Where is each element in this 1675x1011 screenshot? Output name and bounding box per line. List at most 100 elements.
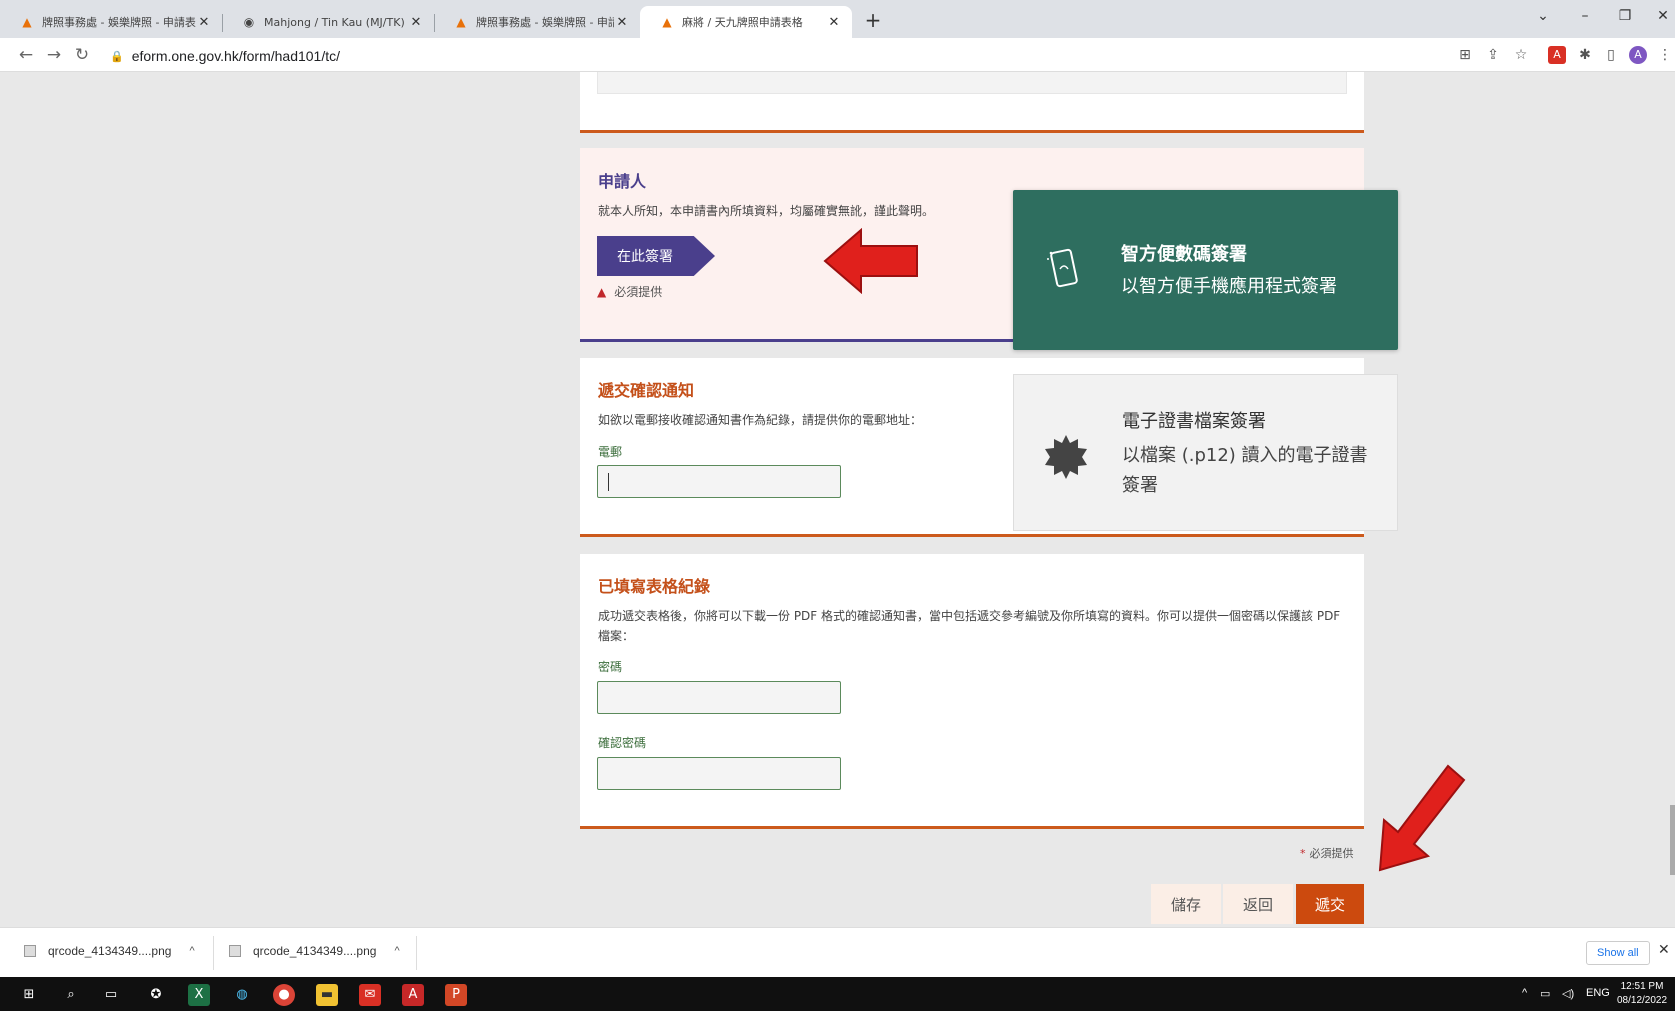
hk-gov-icon: ▲ (22, 15, 32, 29)
password-label: 密碼 (598, 660, 623, 674)
option2-title: 電子證書檔案簽署 (1122, 411, 1266, 432)
image-file-icon (229, 945, 241, 957)
confirm-password-field[interactable] (597, 757, 841, 790)
section-divider (580, 130, 1364, 133)
side-panel-icon[interactable]: ▯ (1602, 46, 1620, 64)
browser-tab-strip: ▲ 牌照事務處 - 娛樂牌照 - 申請表格 ✕ ◉ Mahjong / Tin … (0, 0, 1675, 38)
window-close-button[interactable]: ✕ (1648, 8, 1675, 24)
smartphone-icon (1047, 248, 1078, 288)
bookmark-star-icon[interactable]: ☆ (1512, 46, 1530, 64)
record-title: 已填寫表格紀錄 (598, 577, 711, 596)
download-filename: qrcode_4134349....png (253, 944, 377, 958)
tab-search-icon[interactable]: ⌄ (1528, 8, 1558, 24)
section-divider (580, 534, 1364, 537)
translate-icon[interactable]: ⊞ (1456, 46, 1474, 64)
chevron-up-icon[interactable]: ^ (189, 945, 194, 957)
chevron-up-icon[interactable]: ^ (394, 945, 399, 957)
required-footnote: * 必須提供 (1300, 845, 1354, 861)
address-bar: ← → ↻ 🔒 eform.one.gov.hk/form/had101/tc/… (0, 38, 1675, 72)
required-warning: ▲ 必須提供 (597, 283, 662, 300)
windows-taskbar: ⊞ ⌕ ▭ ✪ X ◍ ● ▬ ✉ A P ^ ▭ ◁) ENG 12:51 P… (0, 977, 1675, 1011)
download-item[interactable]: qrcode_4134349....png ^ (24, 944, 195, 958)
clock-time: 12:51 PM (1620, 981, 1664, 992)
required-footnote-text: 必須提供 (1309, 847, 1354, 860)
extensions-icon[interactable]: ✱ (1576, 46, 1594, 64)
share-icon[interactable]: ⇪ (1484, 46, 1502, 64)
confirm-password-label: 確認密碼 (598, 736, 647, 750)
hk-gov-icon: ▲ (662, 15, 672, 29)
option1-title: 智方便數碼簽署 (1121, 244, 1247, 265)
show-all-button[interactable]: Show all (1586, 941, 1650, 965)
close-icon[interactable]: ✕ (1658, 942, 1670, 958)
tab-licensing-1[interactable]: ▲ 牌照事務處 - 娛樂牌照 - 申請表格 ✕ (0, 6, 222, 38)
applicant-declaration: 就本人所知，本申請書內所填資料，均屬確實無訛，謹此聲明。 (598, 204, 935, 218)
certificate-seal-icon (1045, 435, 1087, 479)
asterisk-icon: * (1300, 847, 1306, 860)
restore-button[interactable]: ❐ (1610, 8, 1640, 24)
tab-label: Mahjong / Tin Kau (MJ/TK) Lice (264, 15, 408, 29)
tab-label: 麻將 / 天九牌照申請表格 (682, 16, 803, 29)
search-icon[interactable]: ⌕ (60, 984, 82, 1006)
minimize-button[interactable]: – (1570, 8, 1600, 24)
record-text: 成功遞交表格後，你將可以下載一份 PDF 格式的確認通知書，當中包括遞交參考編號… (598, 609, 1341, 643)
applicant-title: 申請人 (598, 172, 647, 191)
forward-icon[interactable]: → (44, 45, 64, 65)
pdf-extension-icon[interactable]: A (1548, 46, 1566, 64)
close-icon[interactable]: ✕ (826, 15, 842, 30)
new-tab-button[interactable]: + (861, 8, 885, 32)
clock-date: 08/12/2022 (1617, 995, 1668, 1006)
system-clock[interactable]: 12:51 PM 08/12/2022 (1617, 980, 1667, 1008)
option1-subtitle: 以智方便手機應用程式簽署 (1121, 276, 1337, 297)
back-icon[interactable]: ← (16, 45, 36, 65)
confirmation-title: 遞交確認通知 (598, 381, 695, 400)
tray-chevron-icon[interactable]: ^ (1522, 987, 1527, 999)
url-text: eform.one.gov.hk/form/had101/tc/ (131, 48, 341, 64)
file-explorer-icon[interactable]: ▬ (316, 984, 338, 1006)
back-button[interactable]: 返回 (1223, 884, 1293, 924)
url-field[interactable]: 🔒 eform.one.gov.hk/form/had101/tc/ (110, 44, 1440, 68)
chrome-icon[interactable]: ● (273, 984, 295, 1006)
required-text: 必須提供 (614, 285, 663, 299)
windows-start-icon[interactable]: ⊞ (18, 984, 40, 1006)
confirmation-text: 如欲以電郵接收確認通知書作為紀錄，請提供你的電郵地址： (598, 413, 923, 427)
acrobat-icon[interactable]: A (402, 984, 424, 1006)
close-icon[interactable]: ✕ (196, 15, 212, 30)
warning-icon: ▲ (597, 284, 607, 299)
password-field[interactable] (597, 681, 841, 714)
globe-app-icon[interactable]: ◍ (231, 984, 253, 1006)
excel-icon[interactable]: X (188, 984, 210, 1006)
close-icon[interactable]: ✕ (614, 15, 630, 30)
email-label: 電郵 (598, 445, 623, 459)
reload-icon[interactable]: ↻ (72, 45, 92, 65)
sign-button-label: 在此簽署 (617, 249, 673, 265)
profile-avatar[interactable]: A (1629, 46, 1647, 64)
tab-licensing-2[interactable]: ▲ 牌照事務處 - 娛樂牌照 - 申請表格 ✕ (434, 6, 640, 38)
text-caret (608, 473, 609, 491)
sign-option-iamsmart[interactable]: 智方便數碼簽署 以智方便手機應用程式簽署 (1013, 190, 1398, 350)
red-arrow-annotation (823, 228, 918, 294)
close-icon[interactable]: ✕ (408, 15, 424, 30)
sign-here-button[interactable]: 在此簽署 (597, 236, 715, 276)
tab-mahjong-form-active[interactable]: ▲ 麻將 / 天九牌照申請表格 ✕ (640, 6, 852, 38)
powerpoint-icon[interactable]: P (445, 984, 467, 1006)
download-item[interactable]: qrcode_4134349....png ^ (229, 944, 400, 958)
lock-icon: 🔒 (110, 50, 124, 63)
previous-input-field[interactable] (597, 72, 1347, 94)
tab-label: 牌照事務處 - 娛樂牌照 - 申請表格 (42, 16, 196, 29)
mail-app-icon[interactable]: ✉ (359, 984, 381, 1006)
tab-mahjong-english[interactable]: ◉ Mahjong / Tin Kau (MJ/TK) Lice ✕ (222, 6, 434, 38)
network-icon[interactable]: ▭ (1540, 987, 1550, 1000)
scrollbar-thumb[interactable] (1670, 805, 1675, 875)
submit-button[interactable]: 遞交 (1296, 884, 1364, 924)
download-filename: qrcode_4134349....png (48, 944, 172, 958)
option2-subtitle: 以檔案 (.p12) 讀入的電子證書簽署 (1122, 445, 1368, 496)
volume-icon[interactable]: ◁) (1562, 987, 1574, 1000)
menu-icon[interactable]: ⋮ (1656, 46, 1674, 64)
globe-icon: ◉ (243, 15, 255, 29)
task-view-icon[interactable]: ▭ (100, 984, 122, 1006)
language-indicator[interactable]: ENG (1586, 987, 1610, 999)
save-button[interactable]: 儲存 (1151, 884, 1221, 924)
app-badge-icon[interactable]: ✪ (145, 984, 167, 1006)
email-field[interactable] (597, 465, 841, 498)
sign-option-certificate[interactable]: 電子證書檔案簽署 以檔案 (.p12) 讀入的電子證書簽署 (1013, 374, 1398, 531)
